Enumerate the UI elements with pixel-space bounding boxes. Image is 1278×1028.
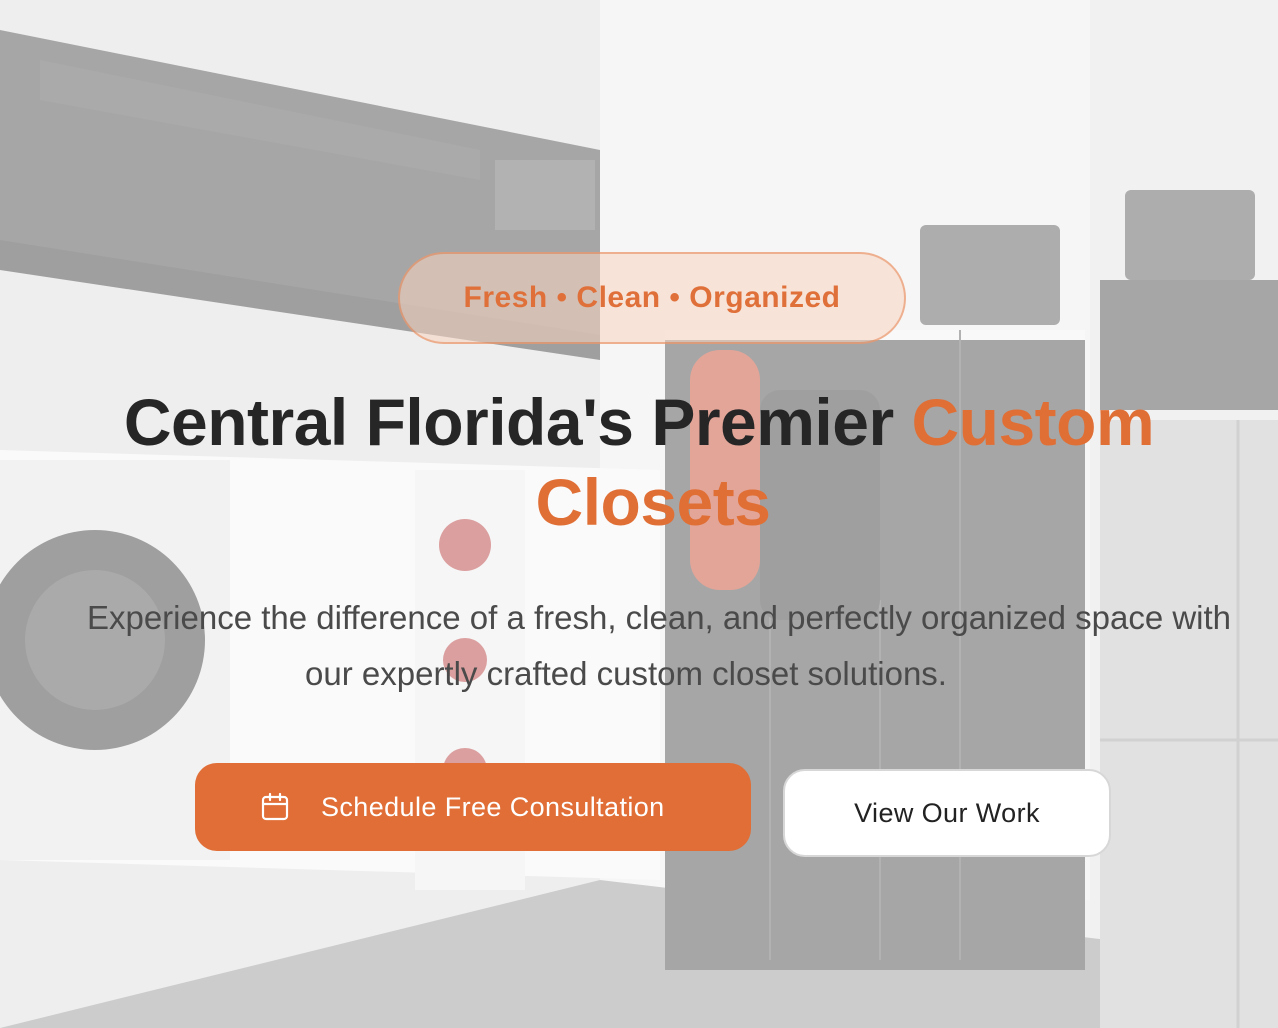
headline-accent-custom: Custom <box>911 385 1155 459</box>
headline-main-text: Central Florida's Premier <box>123 385 912 459</box>
schedule-consultation-label: Schedule Free Consultation <box>321 791 665 822</box>
view-our-work-label: View Our Work <box>854 797 1040 828</box>
subheadline-line-1: Experience the difference of a fresh, cl… <box>86 599 1232 636</box>
calendar-icon <box>259 791 291 823</box>
schedule-consultation-button[interactable]: Schedule Free Consultation <box>195 763 751 851</box>
hero-headline: Central Florida's Premier Custom Closets <box>0 382 1278 542</box>
tagline-badge: Fresh • Clean • Organized <box>398 252 906 344</box>
hero-subheadline: Experience the difference of a fresh, cl… <box>0 590 1278 702</box>
subheadline-line-2: our expertly crafted custom closet solut… <box>305 655 947 692</box>
view-our-work-button[interactable]: View Our Work <box>783 769 1111 857</box>
tagline-text: Fresh • Clean • Organized <box>463 281 841 314</box>
headline-accent-closets: Closets <box>535 465 771 539</box>
hero-section: Fresh • Clean • Organized Central Florid… <box>0 0 1278 1028</box>
